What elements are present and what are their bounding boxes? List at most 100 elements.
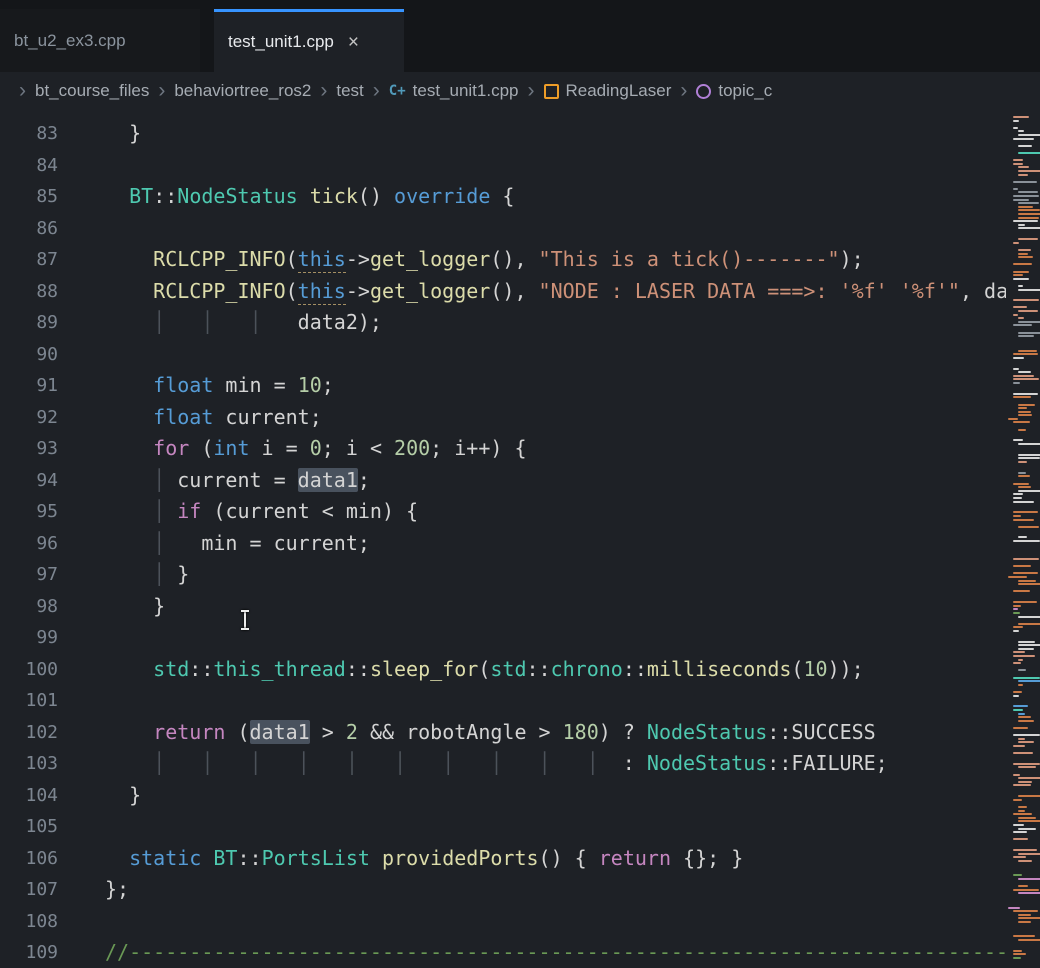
minimap-line xyxy=(1013,393,1038,395)
line-number[interactable]: 106 xyxy=(0,843,58,875)
code-line[interactable]: 91 float min = 10; xyxy=(0,370,1040,402)
breadcrumb-item-test[interactable]: test xyxy=(336,81,363,101)
editor[interactable]: 83 }8485 BT::NodeStatus tick() override … xyxy=(0,110,1040,968)
minimap-line xyxy=(1018,371,1031,373)
code-line[interactable]: 92 float current; xyxy=(0,402,1040,434)
minimap-line xyxy=(1018,623,1040,625)
line-number[interactable]: 86 xyxy=(0,213,58,245)
chevron-right-icon: › xyxy=(373,81,380,101)
minimap-line xyxy=(1013,368,1019,370)
tab-bt_u2_ex3[interactable]: bt_u2_ex3.cpp xyxy=(0,9,200,72)
code-line[interactable]: 109 //-----------------------------------… xyxy=(0,937,1040,968)
code-line[interactable]: 103 │ │ │ │ │ │ │ │ │ │ : NodeStatus::FA… xyxy=(0,748,1040,780)
line-number[interactable]: 98 xyxy=(0,591,58,623)
code-line[interactable]: 98 } xyxy=(0,591,1040,623)
code-text: } xyxy=(105,780,1040,812)
minimap-line xyxy=(1018,404,1035,406)
minimap-line xyxy=(1018,134,1040,136)
line-number[interactable]: 104 xyxy=(0,780,58,812)
minimap-line xyxy=(1018,166,1029,168)
minimap-line xyxy=(1018,238,1038,240)
code-line[interactable]: 105 xyxy=(0,811,1040,843)
minimap-line xyxy=(1013,590,1030,592)
code-line[interactable]: 85 BT::NodeStatus tick() override { xyxy=(0,181,1040,213)
line-number[interactable]: 92 xyxy=(0,402,58,434)
code-token: :: xyxy=(153,184,177,208)
code-line[interactable]: 107}; xyxy=(0,874,1040,906)
code-line[interactable]: 99 xyxy=(0,622,1040,654)
tab-label: bt_u2_ex3.cpp xyxy=(14,31,126,51)
line-number[interactable]: 87 xyxy=(0,244,58,276)
line-number[interactable]: 96 xyxy=(0,528,58,560)
code-line[interactable]: 93 for (int i = 0; i < 200; i++) { xyxy=(0,433,1040,465)
line-number[interactable]: 89 xyxy=(0,307,58,339)
code-text: float current; xyxy=(105,402,1040,434)
minimap-line xyxy=(1018,921,1031,923)
tab-test_unit1[interactable]: test_unit1.cpp × xyxy=(214,9,404,72)
line-number[interactable]: 109 xyxy=(0,937,58,968)
code-line[interactable]: 108 xyxy=(0,906,1040,938)
line-number[interactable]: 85 xyxy=(0,181,58,213)
code-line[interactable]: 86 xyxy=(0,213,1040,245)
minimap-line xyxy=(1013,630,1019,632)
breadcrumb-item-readinglaser[interactable]: ReadingLaser xyxy=(566,81,672,101)
minimap[interactable] xyxy=(1006,110,1040,968)
code-line[interactable]: 88 RCLCPP_INFO(this->get_logger(), "NODE… xyxy=(0,276,1040,308)
code-token: min = xyxy=(213,373,297,397)
code-line[interactable]: 101 xyxy=(0,685,1040,717)
code-token: ( xyxy=(286,247,298,271)
code-line[interactable]: 83 } xyxy=(0,118,1040,150)
minimap-line xyxy=(1013,784,1031,786)
line-number[interactable]: 101 xyxy=(0,685,58,717)
line-number[interactable]: 94 xyxy=(0,465,58,497)
line-number[interactable]: 90 xyxy=(0,339,58,371)
code-line[interactable]: 84 xyxy=(0,150,1040,182)
code-line[interactable]: 94 │ current = data1; xyxy=(0,465,1040,497)
code-token xyxy=(105,279,153,303)
line-number[interactable]: 88 xyxy=(0,276,58,308)
breadcrumb-item-file[interactable]: test_unit1.cpp xyxy=(413,81,519,101)
breadcrumb-item-behaviortree-ros2[interactable]: behaviortree_ros2 xyxy=(174,81,311,101)
code-line[interactable]: 96 │ min = current; xyxy=(0,528,1040,560)
minimap-line xyxy=(1018,443,1040,445)
line-number[interactable]: 95 xyxy=(0,496,58,528)
line-number[interactable]: 99 xyxy=(0,622,58,654)
code-token: 2 xyxy=(346,720,358,744)
minimap-line xyxy=(1018,429,1026,431)
minimap-line xyxy=(1013,357,1024,359)
code-text: static BT::PortsList providedPorts() { r… xyxy=(105,843,1040,875)
code-line[interactable]: 106 static BT::PortsList providedPorts()… xyxy=(0,843,1040,875)
code-line[interactable]: 100 std::this_thread::sleep_for(std::chr… xyxy=(0,654,1040,686)
chevron-right-icon: › xyxy=(528,81,535,101)
breadcrumb-item-topic[interactable]: topic_c xyxy=(718,81,772,101)
code-token: │ xyxy=(153,468,165,492)
line-number[interactable]: 102 xyxy=(0,717,58,749)
code-token xyxy=(105,751,153,775)
code-line[interactable]: 97 │ } xyxy=(0,559,1040,591)
line-number[interactable]: 84 xyxy=(0,150,58,182)
line-number[interactable]: 107 xyxy=(0,874,58,906)
line-number[interactable]: 97 xyxy=(0,559,58,591)
line-number[interactable]: 100 xyxy=(0,654,58,686)
code-line[interactable]: 102 return (data1 > 2 && robotAngle > 18… xyxy=(0,717,1040,749)
line-number[interactable]: 93 xyxy=(0,433,58,465)
code-token: return xyxy=(599,846,671,870)
code-token xyxy=(105,499,153,523)
code-line[interactable]: 104 } xyxy=(0,780,1040,812)
minimap-line xyxy=(1013,324,1032,326)
code-line[interactable]: 89 │ │ │ data2); xyxy=(0,307,1040,339)
line-number[interactable]: 91 xyxy=(0,370,58,402)
vscode-window: bt_u2_ex3.cpp test_unit1.cpp × › bt_cour… xyxy=(0,0,1040,968)
close-icon[interactable]: × xyxy=(348,33,359,52)
minimap-line xyxy=(1013,306,1027,308)
code-line[interactable]: 90 xyxy=(0,339,1040,371)
code-token: //--------------------------------------… xyxy=(105,940,1040,964)
line-number[interactable]: 108 xyxy=(0,906,58,938)
line-number[interactable]: 83 xyxy=(0,118,58,150)
code-line[interactable]: 95 │ if (current < min) { xyxy=(0,496,1040,528)
line-number[interactable]: 103 xyxy=(0,748,58,780)
breadcrumb-item-bt-course-files[interactable]: bt_course_files xyxy=(35,81,149,101)
minimap-line xyxy=(1018,253,1028,255)
code-line[interactable]: 87 RCLCPP_INFO(this->get_logger(), "This… xyxy=(0,244,1040,276)
line-number[interactable]: 105 xyxy=(0,811,58,843)
